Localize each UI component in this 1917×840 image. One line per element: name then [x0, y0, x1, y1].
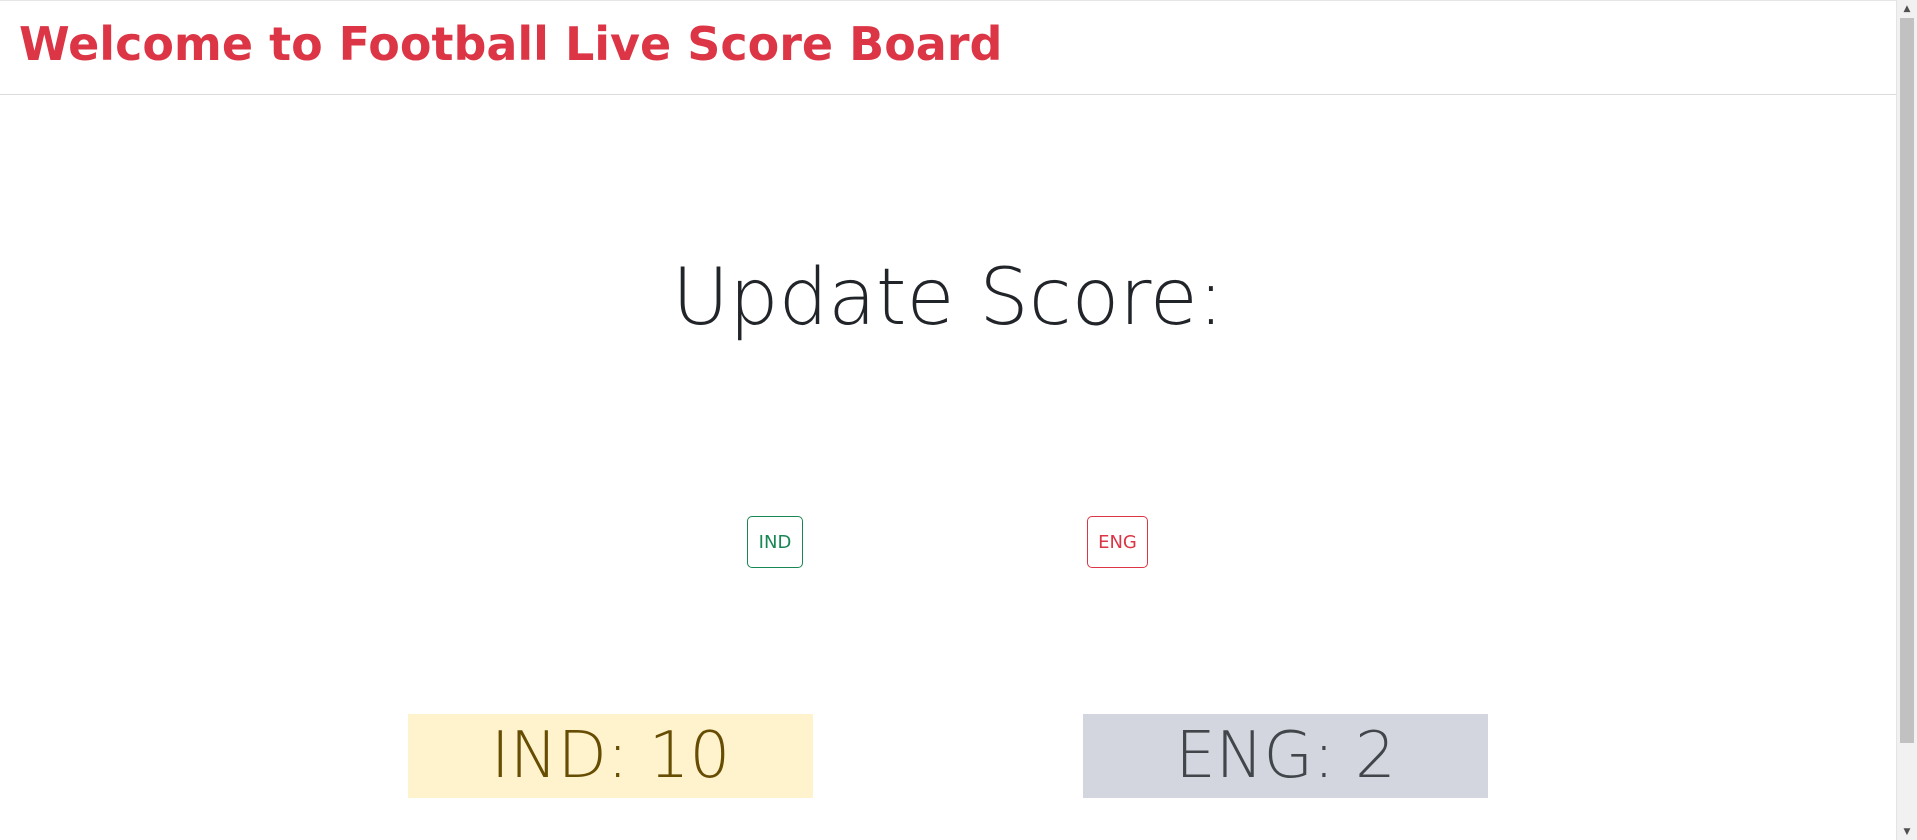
scroll-up-arrow-icon[interactable]: ▲ — [1897, 0, 1917, 17]
scrollbar-thumb[interactable] — [1900, 18, 1914, 743]
vertical-scrollbar[interactable]: ▲ ▼ — [1896, 0, 1917, 840]
ind-score-button[interactable]: IND — [747, 516, 803, 568]
scroll-down-arrow-icon[interactable]: ▼ — [1897, 823, 1917, 840]
eng-score-button[interactable]: ENG — [1087, 516, 1148, 568]
eng-score-display: ENG: 2 — [1083, 714, 1488, 798]
page-title: Welcome to Football Live Score Board — [19, 17, 1003, 71]
navbar: Welcome to Football Live Score Board — [0, 0, 1896, 95]
page: Welcome to Football Live Score Board Upd… — [0, 0, 1917, 840]
update-score-heading: Update Score: — [671, 253, 1225, 343]
ind-score-display: IND: 10 — [408, 714, 813, 798]
